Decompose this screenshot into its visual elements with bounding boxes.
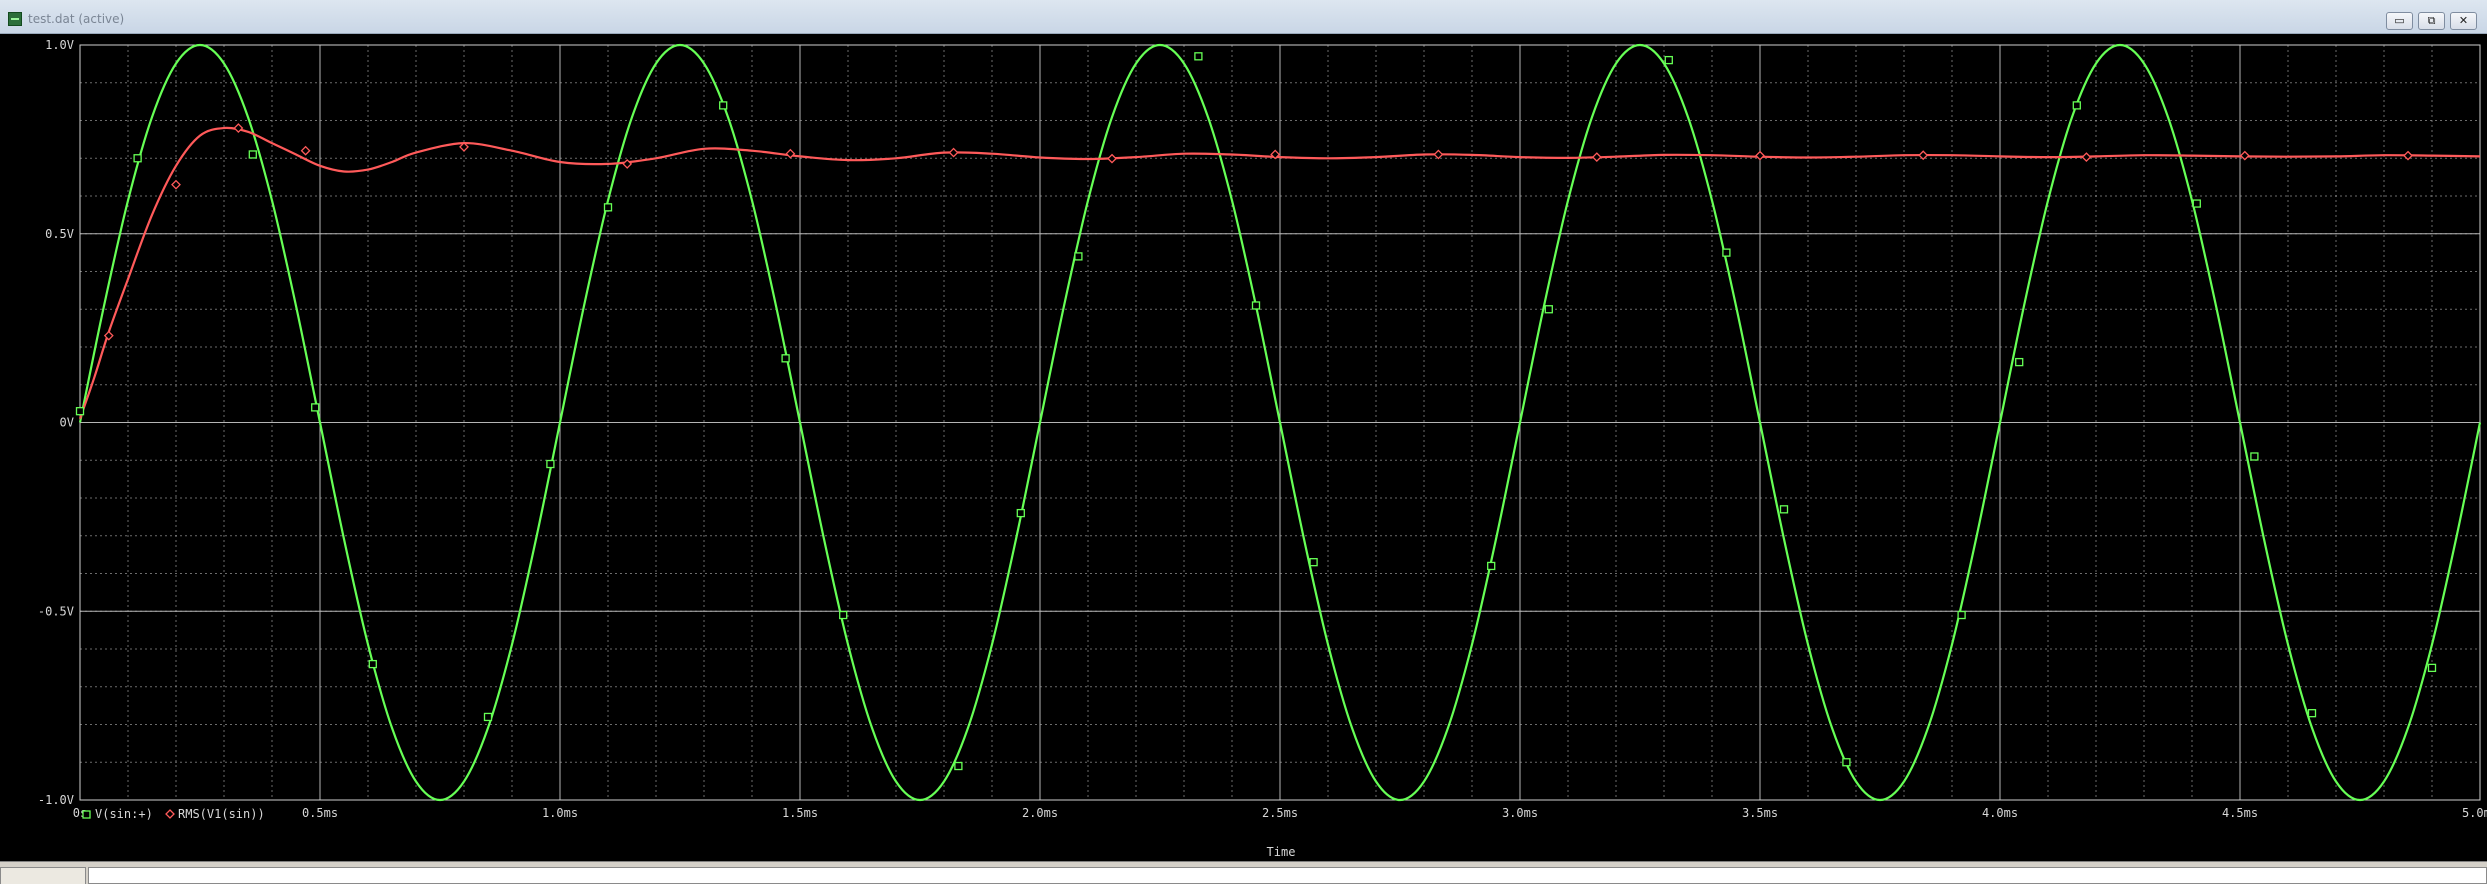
data-marker-v-sin: [75, 407, 85, 416]
data-marker-v-sin: [1487, 561, 1496, 571]
y-tick-label: 0V: [60, 416, 74, 430]
data-marker-v-sin: [1251, 301, 1261, 310]
data-marker-v-sin: [1842, 758, 1851, 767]
x-tick-label: 2.0ms: [1022, 806, 1058, 820]
x-tick-label: 2.5ms: [1262, 806, 1298, 820]
data-marker-v-sin: [1194, 52, 1203, 61]
data-marker-v-sin: [1074, 252, 1083, 261]
data-marker-v-sin: [954, 761, 963, 771]
status-bar: [0, 861, 2487, 884]
data-marker-v-sin: [603, 203, 613, 212]
status-field: [88, 867, 2487, 884]
data-marker-v-sin: [483, 712, 493, 722]
data-marker-rms: [1107, 153, 1117, 164]
legend[interactable]: V(sin:+) RMS(V1(sin)): [82, 807, 265, 821]
x-tick-label: 4.5ms: [2222, 806, 2258, 820]
data-marker-v-sin: [839, 610, 848, 620]
y-tick-label: 0.5V: [45, 227, 74, 241]
legend-marker-rms: [165, 809, 175, 819]
window-title: test.dat (active): [28, 12, 125, 26]
data-marker-v-sin: [1957, 610, 1966, 620]
data-marker-v-sin: [781, 354, 790, 363]
data-marker-v-sin: [133, 154, 142, 163]
probe-app-icon: [8, 12, 22, 26]
legend-label-rms: RMS(V1(sin)): [178, 807, 265, 821]
data-marker-rms: [1755, 150, 1765, 161]
window-titlebar: test.dat (active) ▭ ⧉ ✕: [0, 0, 2487, 34]
data-marker-v-sin: [2427, 663, 2437, 673]
x-axis-label: Time: [1267, 845, 1296, 859]
y-tick-label: -0.5V: [38, 604, 74, 618]
data-marker-v-sin: [2192, 199, 2201, 208]
legend-label-v-sin: V(sin:+): [95, 807, 153, 821]
status-tab[interactable]: [0, 867, 86, 884]
data-marker-v-sin: [1664, 55, 1673, 65]
data-marker-v-sin: [719, 101, 728, 110]
data-marker-v-sin: [311, 403, 320, 412]
waveform-chart[interactable]: 0s 0.5ms 1.0ms 1.5ms 2.0ms 2.5ms 3.0ms 3.5ms 4.0…: [0, 34, 2487, 861]
minimize-button[interactable]: ▭: [2386, 12, 2413, 30]
x-tick-label: 5.0ms: [2462, 806, 2487, 820]
data-marker-rms: [1433, 149, 1444, 160]
x-tick-label: 4.0ms: [1982, 806, 2018, 820]
x-tick-label: 0.5ms: [302, 806, 338, 820]
y-tick-label: 1.0V: [45, 38, 74, 52]
data-marker-v-sin: [248, 150, 257, 159]
data-marker-rms: [2081, 152, 2092, 163]
x-tick-label: 3.5ms: [1742, 806, 1778, 820]
legend-marker-v-sin: [82, 810, 91, 819]
data-marker-rms: [171, 179, 181, 190]
close-button[interactable]: ✕: [2450, 12, 2477, 30]
data-marker-v-sin: [1722, 248, 1731, 257]
y-tick-label: -1.0V: [38, 793, 74, 807]
data-marker-v-sin: [1544, 305, 1553, 314]
data-marker-v-sin: [368, 659, 377, 669]
data-marker-rms: [1591, 152, 1602, 163]
x-tick-label: 3.0ms: [1502, 806, 1538, 820]
data-marker-v-sin: [546, 459, 555, 469]
data-marker-v-sin: [2072, 101, 2081, 110]
data-marker-v-sin: [1016, 508, 1025, 518]
data-marker-v-sin: [2015, 357, 2024, 367]
data-marker-rms: [300, 145, 311, 156]
plot-window[interactable]: 0s 0.5ms 1.0ms 1.5ms 2.0ms 2.5ms 3.0ms 3.5ms 4.0…: [0, 34, 2487, 861]
data-marker-v-sin: [2250, 452, 2259, 461]
x-tick-label: 1.0ms: [542, 806, 578, 820]
data-marker-v-sin: [1779, 505, 1789, 514]
x-tick-label: 1.5ms: [782, 806, 818, 820]
restore-button[interactable]: ⧉: [2418, 12, 2445, 30]
series-markers: [75, 52, 2437, 771]
data-marker-v-sin: [2307, 709, 2317, 718]
data-marker-rms: [948, 147, 959, 158]
data-marker-v-sin: [1309, 558, 1318, 567]
